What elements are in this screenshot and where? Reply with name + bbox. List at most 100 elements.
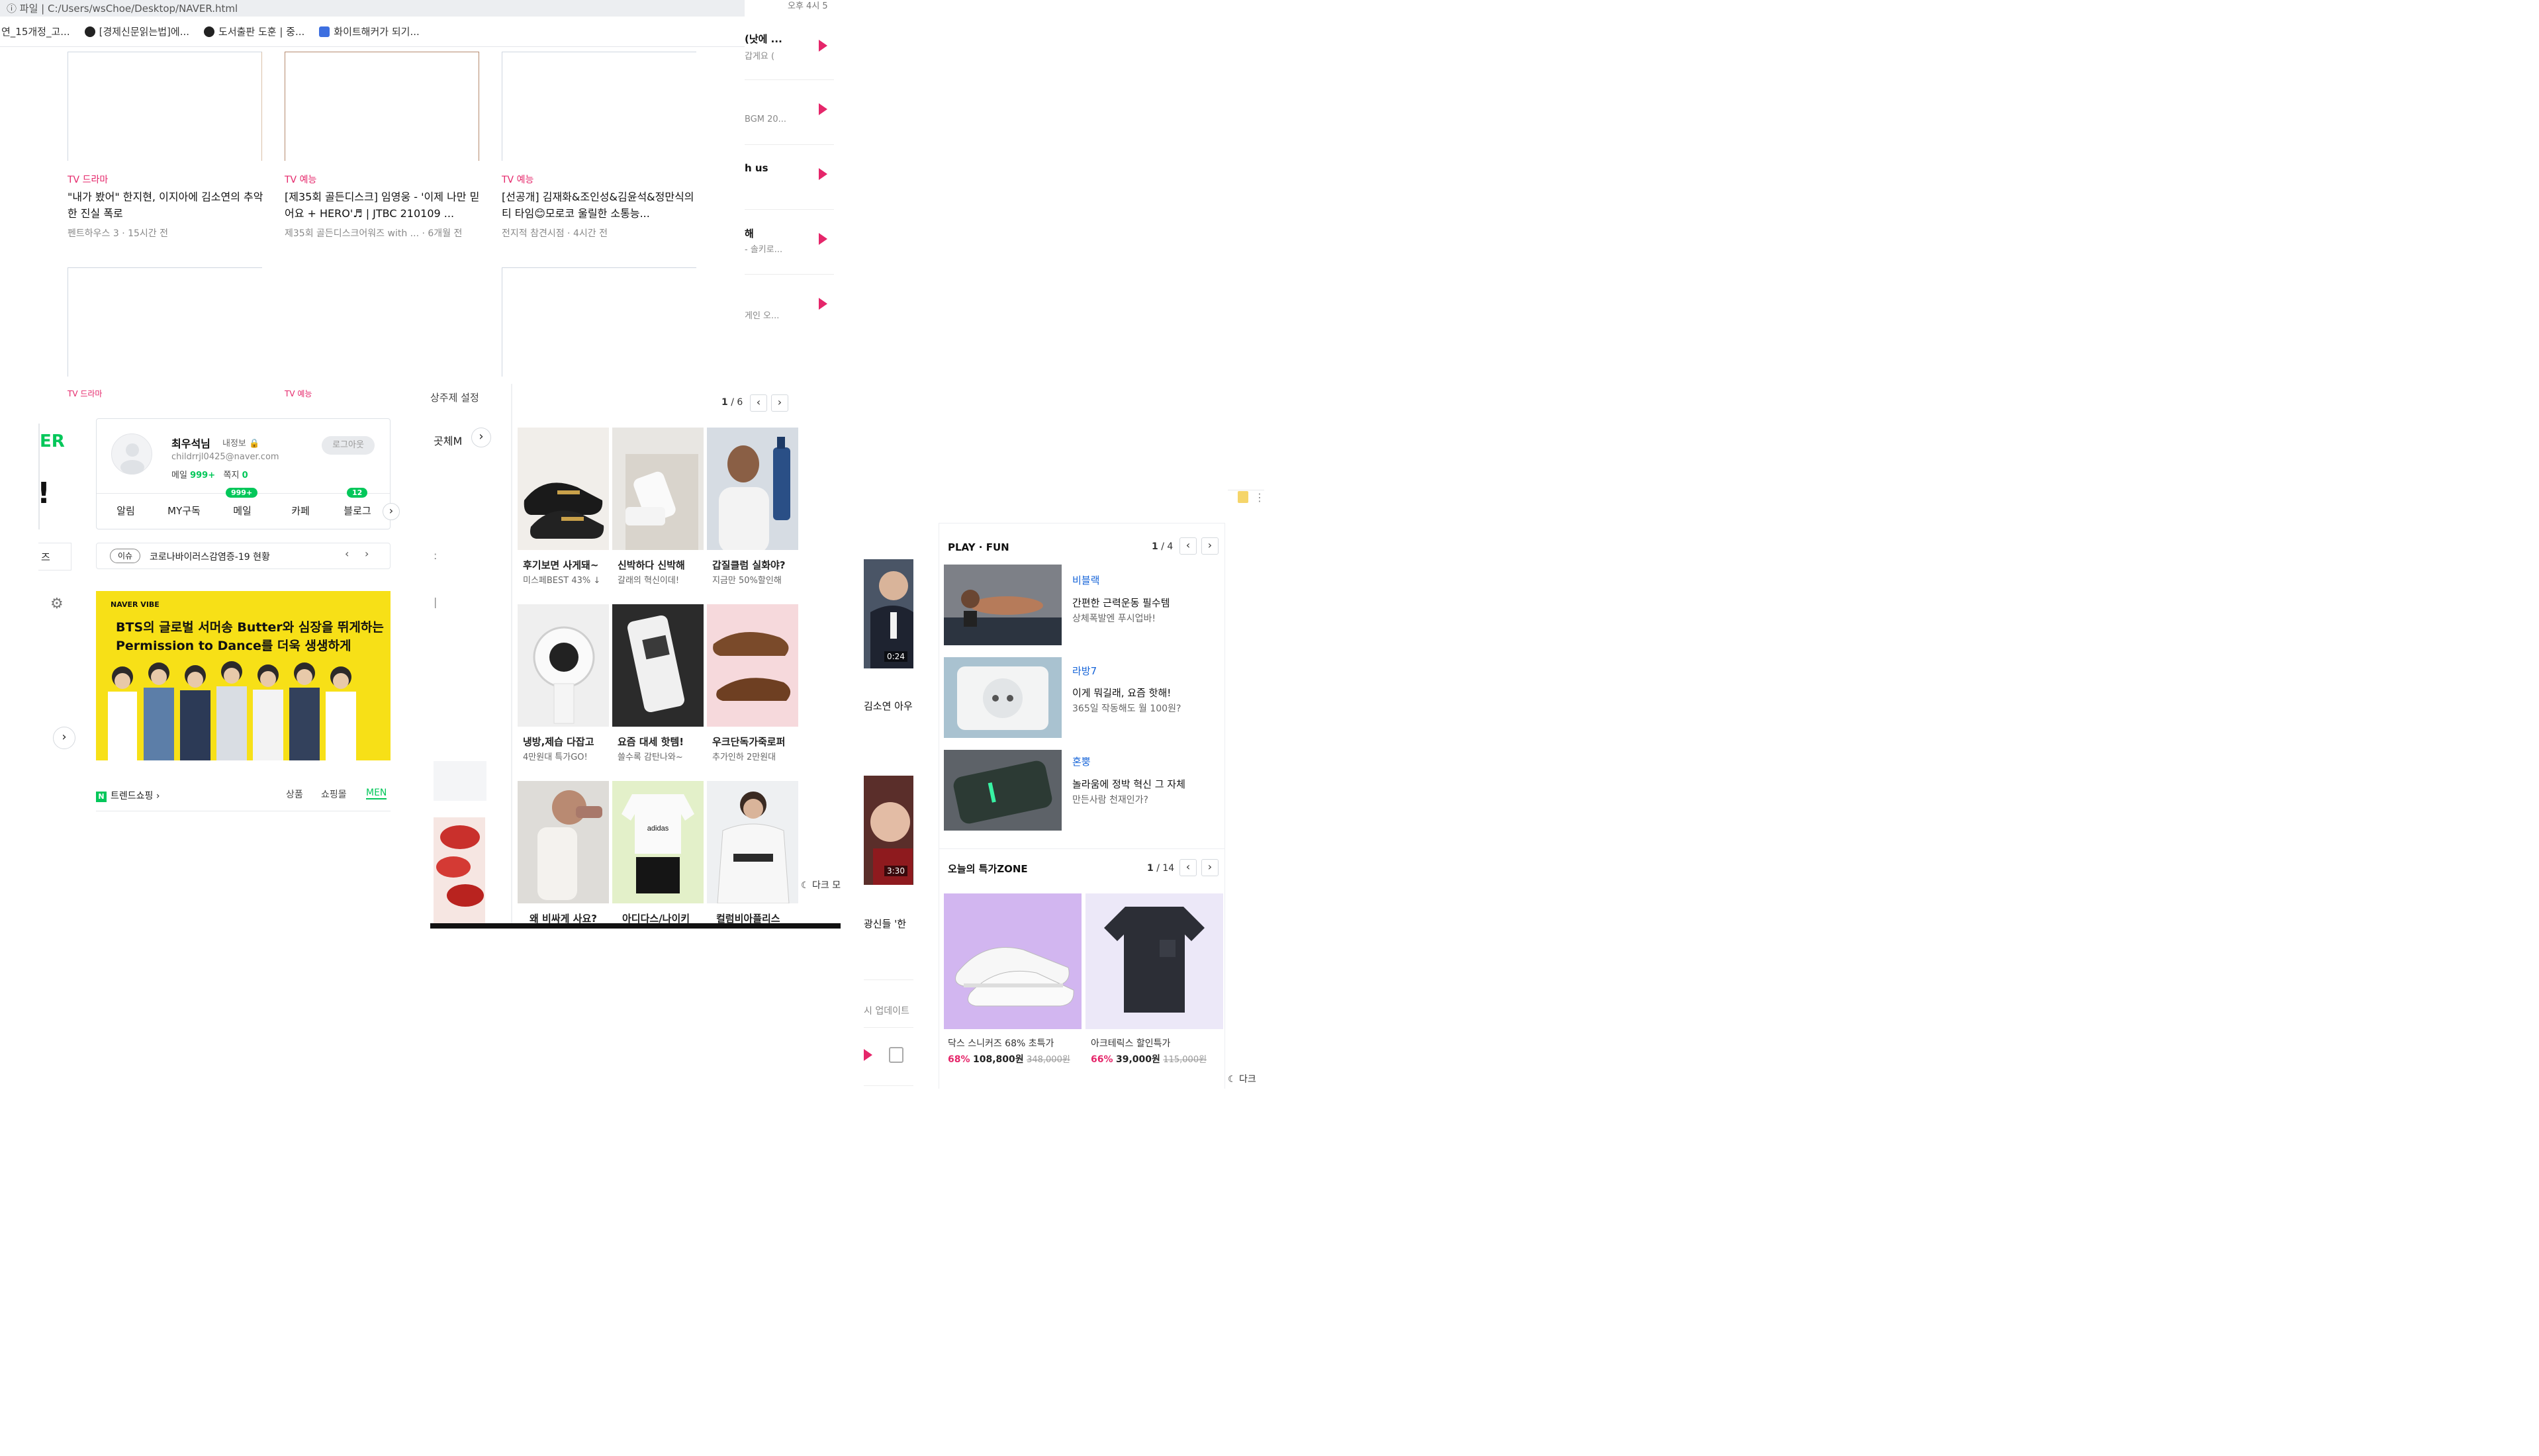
video-title[interactable]: [제35회 골든디스크] 임영웅 - '이제 나만 믿어요 + HERO'♬ |… <box>285 189 483 222</box>
product-thumbnail[interactable] <box>707 428 798 550</box>
product-title[interactable]: 컬럼비아플리스 <box>716 911 808 925</box>
play-fun-next-button[interactable]: › <box>1201 537 1219 555</box>
video-category: TV 드라마 <box>68 175 109 185</box>
more-icon[interactable]: ⋮ <box>1254 491 1265 504</box>
product-title[interactable]: 냉방,제습 다잡고 <box>523 735 614 749</box>
content-title[interactable]: 이게 뭐길래, 요즘 핫해! <box>1072 686 1171 700</box>
trend-shopping-link[interactable]: N 트렌드쇼핑 › <box>96 789 160 802</box>
play-fun-prev-button[interactable]: ‹ <box>1179 537 1197 555</box>
tab-blog[interactable]: 블로그 <box>328 504 387 518</box>
content-thumbnail[interactable] <box>944 750 1062 831</box>
list-item-title[interactable]: (낫에 ... <box>745 32 782 46</box>
content-desc: 만든사람 천재인가? <box>1072 795 1148 805</box>
tab-fragment[interactable]: 즈 <box>38 543 71 570</box>
content-thumbnail[interactable] <box>944 657 1062 738</box>
deal-name[interactable]: 아크테릭스 할인특가 <box>1091 1036 1170 1050</box>
dark-mode-toggle[interactable]: ☾ 다크 모 <box>798 877 844 893</box>
list-item-title[interactable]: 해 <box>745 226 754 240</box>
content-thumbnail[interactable] <box>944 565 1062 645</box>
product-thumbnail[interactable] <box>518 781 609 903</box>
product-thumbnail[interactable] <box>707 781 798 903</box>
product-title[interactable]: 아디다스/나이키 <box>622 911 714 925</box>
trend-tab-malls[interactable]: 쇼핑몰 <box>321 788 347 801</box>
side-label[interactable]: 곳체M <box>434 432 462 448</box>
divider <box>864 1027 913 1028</box>
address-bar[interactable]: ⓘ 파일 | C:/Users/wsChoe/Desktop/NAVER.htm… <box>0 0 745 17</box>
logout-button[interactable]: 로그아웃 <box>322 436 375 455</box>
product-thumbnail[interactable]: adidas <box>612 781 704 903</box>
product-thumbnail[interactable] <box>612 428 704 550</box>
user-name[interactable]: 최우석님 <box>171 435 210 451</box>
fan-device-image <box>518 604 609 727</box>
tab-cafe[interactable]: 카페 <box>271 504 330 518</box>
product-title[interactable]: 후기보면 사게돼~ <box>523 558 614 572</box>
product-thumbnail[interactable] <box>518 604 609 727</box>
content-source[interactable]: 라방7 <box>1072 664 1097 678</box>
content-title[interactable]: 간편한 근력운동 필수템 <box>1072 596 1170 610</box>
deal-prev-button[interactable]: ‹ <box>1179 859 1197 876</box>
product-thumbnail[interactable] <box>707 604 798 727</box>
shopping-prev-button[interactable]: ‹ <box>750 394 767 412</box>
memo-icon[interactable] <box>889 1047 903 1063</box>
video-caption[interactable]: 김소연 아우 <box>864 699 913 713</box>
video-thumbnail[interactable] <box>68 52 262 161</box>
fleece-model-image <box>707 781 798 903</box>
divider <box>745 79 834 80</box>
dark-mode-toggle[interactable]: ☾ 다크 <box>1228 1072 1256 1085</box>
play-icon[interactable] <box>819 298 827 310</box>
product-thumbnail[interactable] <box>518 428 609 550</box>
bookmark-3[interactable]: 도서출판 도훈 | 중... <box>204 24 304 38</box>
tab-my-subscription[interactable]: MY구독 <box>155 504 213 518</box>
mail-count-row[interactable]: 메일 999+ 쪽지 0 <box>171 468 248 480</box>
product-thumbnail[interactable] <box>434 817 485 923</box>
play-icon[interactable] <box>819 233 827 245</box>
video-title[interactable]: [선공개] 김재화&조인성&김윤석&정만식의 티 타임😊모로코 울릴한 소통능.… <box>502 189 700 222</box>
play-icon[interactable] <box>864 1049 872 1061</box>
video-caption[interactable]: 광신들 '한 <box>864 917 906 931</box>
login-tabs-next-button[interactable]: › <box>383 503 400 520</box>
deal-name[interactable]: 닥스 스니커즈 68% 초특가 <box>948 1036 1054 1050</box>
product-title[interactable]: 요즘 대세 핫템! <box>618 735 709 749</box>
video-thumbnail[interactable] <box>502 267 696 377</box>
play-icon[interactable] <box>819 40 827 52</box>
deal-thumbnail[interactable] <box>1085 893 1223 1029</box>
shopping-next-button[interactable]: › <box>771 394 788 412</box>
my-info-link[interactable]: 내정보 🔒 <box>222 436 259 449</box>
carousel-next-button[interactable]: › <box>471 428 491 447</box>
content-title[interactable]: 놀라움에 정박 혁신 그 자체 <box>1072 777 1185 791</box>
product-title[interactable]: 왜 비싸게 사요? <box>530 911 621 925</box>
list-item-title[interactable]: h us <box>745 162 768 174</box>
theme-setting-link[interactable]: 상주제 설정 <box>430 390 479 404</box>
avatar[interactable] <box>111 433 152 475</box>
trend-tab-men[interactable]: MEN <box>366 788 387 799</box>
issue-prev-button[interactable]: ‹ <box>345 547 349 560</box>
content-source[interactable]: 혼뿡 <box>1072 754 1091 768</box>
carousel-next-button[interactable]: › <box>53 727 75 749</box>
deal-price-row: 66% 39,000원 115,000원 <box>1091 1054 1207 1065</box>
product-title[interactable]: 신박하다 신박해 <box>618 558 709 572</box>
product-thumbnail[interactable] <box>612 604 704 727</box>
video-thumbnail[interactable] <box>68 267 262 377</box>
issue-text[interactable]: 코로나바이러스감염증-19 현황 <box>150 550 270 563</box>
deal-thumbnail[interactable] <box>944 893 1082 1029</box>
tab-notification[interactable]: 알림 <box>97 504 155 518</box>
product-title[interactable]: 우크단독가죽로퍼 <box>712 735 804 749</box>
bookmark-2[interactable]: [경제신문읽는법]에... <box>84 24 189 38</box>
issue-next-button[interactable]: › <box>365 547 369 560</box>
vibe-banner[interactable]: NAVER VIBE BTS의 글로벌 서머송 Butter와 심장을 뛰게하는… <box>96 591 391 760</box>
sticky-note-icon[interactable] <box>1238 491 1248 503</box>
trend-tab-products[interactable]: 상품 <box>286 788 303 801</box>
video-title[interactable]: "내가 봤어" 한지현, 이지아에 김소연의 추악한 진실 폭로 <box>68 189 273 222</box>
gear-icon[interactable]: ⚙ <box>50 596 64 612</box>
content-source[interactable]: 비블랙 <box>1072 573 1099 587</box>
video-thumbnail[interactable] <box>502 52 696 161</box>
video-thumbnail[interactable] <box>285 52 479 161</box>
bookmark-4[interactable]: 화이트해커가 되기... <box>319 24 420 38</box>
bookmark-1[interactable]: 연_15개정_고... <box>1 24 70 38</box>
play-icon[interactable] <box>819 103 827 115</box>
moon-icon: ☾ <box>1228 1074 1236 1085</box>
deal-next-button[interactable]: › <box>1201 859 1219 876</box>
product-title[interactable]: 갑질클럼 실화야? <box>712 558 804 572</box>
play-icon[interactable] <box>819 168 827 180</box>
tab-mail[interactable]: 메일 <box>213 504 271 518</box>
